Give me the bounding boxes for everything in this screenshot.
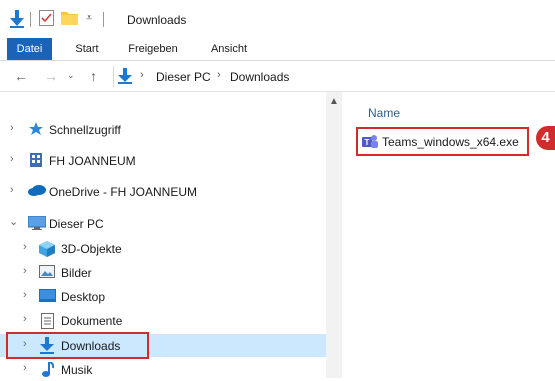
divider: [30, 12, 31, 27]
computer-icon: [27, 215, 47, 230]
breadcrumb-separator: ›: [217, 69, 221, 81]
nav-item-label: Musik: [61, 363, 93, 377]
desktop-icon: [39, 289, 56, 303]
properties-checkbox-icon[interactable]: [39, 10, 54, 26]
chevron-right-icon[interactable]: ›: [23, 265, 27, 277]
window-title: Downloads: [127, 13, 187, 27]
chevron-right-icon[interactable]: ›: [10, 122, 14, 134]
cloud-icon: [28, 184, 46, 198]
download-arrow-icon: [118, 68, 132, 87]
nav-item-3d-objekte[interactable]: › 3D-Objekte: [0, 237, 326, 260]
document-icon: [41, 313, 57, 329]
nav-item-label: Schnellzugriff: [49, 123, 121, 137]
chevron-right-icon[interactable]: ›: [23, 313, 27, 325]
scroll-up-arrow-icon[interactable]: ▲: [329, 96, 339, 107]
breadcrumb-separator: ›: [140, 69, 144, 81]
address-row: ← → ⌄ ↑ › Dieser PC › Downloads: [0, 61, 555, 92]
chevron-down-icon[interactable]: ⌄: [9, 215, 18, 228]
title-bar: ⩡ Downloads: [0, 0, 555, 38]
nav-item-label: 3D-Objekte: [61, 242, 122, 256]
recent-locations-chevron-icon[interactable]: ⌄: [67, 70, 75, 81]
nav-item-fh-joanneum[interactable]: › FH JOANNEUM: [0, 149, 326, 172]
new-folder-icon[interactable]: [61, 10, 78, 25]
nav-item-desktop[interactable]: › Desktop: [0, 285, 326, 308]
step-badge: 4: [536, 126, 555, 150]
tab-ansicht[interactable]: Ansicht: [199, 38, 259, 60]
highlight-box-downloads: [6, 332, 149, 359]
chevron-right-icon[interactable]: ›: [23, 241, 27, 253]
up-arrow-icon[interactable]: ↑: [90, 68, 97, 84]
breadcrumb-dieser-pc[interactable]: Dieser PC: [156, 70, 211, 84]
nav-item-label: OneDrive - FH JOANNEUM: [49, 185, 198, 199]
nav-item-schnellzugriff[interactable]: › Schnellzugriff: [0, 118, 326, 141]
nav-item-dieser-pc[interactable]: ⌄ Dieser PC: [0, 212, 326, 235]
nav-item-bilder[interactable]: › Bilder: [0, 261, 326, 284]
chevron-right-icon[interactable]: ›: [23, 289, 27, 301]
nav-scrollbar[interactable]: ▲: [326, 92, 342, 378]
ribbon: Datei Start Freigeben Ansicht: [0, 38, 555, 61]
cube-icon: [39, 241, 55, 257]
nav-item-onedrive[interactable]: › OneDrive - FH JOANNEUM: [0, 180, 326, 203]
nav-item-label: Bilder: [61, 266, 92, 280]
breadcrumb-downloads[interactable]: Downloads: [230, 70, 289, 84]
chevron-right-icon[interactable]: ›: [10, 153, 14, 165]
navigation-pane: › Schnellzugriff › FH JOANNEUM › OneDriv…: [0, 92, 342, 378]
music-icon: [41, 361, 57, 377]
back-arrow-icon[interactable]: ←: [14, 68, 28, 84]
tab-freigeben[interactable]: Freigeben: [120, 38, 186, 60]
divider: [103, 12, 104, 27]
file-list-pane: Name T Teams_windows_x64.exe: [342, 92, 555, 378]
nav-item-label: Dokumente: [61, 314, 123, 328]
chevron-right-icon[interactable]: ›: [23, 362, 27, 374]
nav-item-label: Desktop: [61, 290, 106, 304]
chevron-right-icon[interactable]: ›: [10, 184, 14, 196]
star-icon: [28, 122, 44, 136]
highlight-box-teams: [356, 127, 529, 156]
address-bar[interactable]: › Dieser PC › Downloads: [113, 66, 555, 87]
nav-item-dokumente[interactable]: › Dokumente: [0, 309, 326, 332]
nav-item-label: FH JOANNEUM: [49, 154, 136, 168]
pictures-icon: [39, 265, 55, 279]
tab-start[interactable]: Start: [66, 38, 108, 60]
forward-arrow-icon[interactable]: →: [44, 68, 58, 84]
nav-item-label: Dieser PC: [49, 217, 104, 231]
customize-toolbar-icon[interactable]: ⩡: [86, 12, 92, 25]
tab-datei[interactable]: Datei: [7, 38, 52, 60]
building-icon: [30, 153, 46, 167]
column-header-name[interactable]: Name: [368, 106, 400, 120]
download-arrow-icon[interactable]: [9, 10, 25, 28]
